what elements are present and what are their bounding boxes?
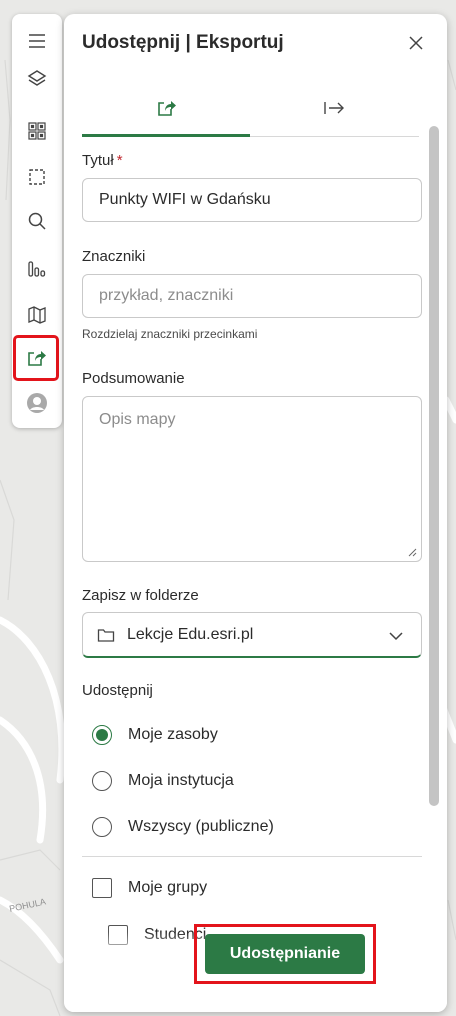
share-tool-button[interactable]: [13, 335, 59, 381]
radio-my-organization[interactable]: Moja instytucja: [92, 768, 234, 794]
radio-label: Moje zasoby: [128, 726, 218, 743]
panel-title: Udostępnij | Eksportuj: [82, 32, 284, 53]
share-export-panel: Udostępnij | Eksportuj Tytuł * Punkty WIF…: [64, 14, 447, 1012]
layers-button[interactable]: [22, 64, 52, 94]
menu-icon: [29, 34, 45, 48]
user-avatar-icon: [27, 393, 47, 413]
basemap-button[interactable]: [22, 300, 52, 330]
close-icon: [409, 36, 423, 50]
panel-tabs: [82, 80, 419, 137]
checkbox-label: Moje grupy: [128, 879, 208, 896]
left-toolbar: [12, 14, 62, 428]
share-submit-button[interactable]: Udostępnianie: [205, 934, 365, 974]
summary-placeholder: Opis mapy: [99, 411, 176, 428]
search-button[interactable]: [22, 206, 52, 236]
share-label: Udostępnij: [82, 682, 153, 699]
title-label-text: Tytuł: [82, 152, 114, 169]
radio-button[interactable]: [92, 817, 112, 837]
tab-export[interactable]: [251, 80, 419, 136]
folder-icon: [97, 628, 115, 642]
checkbox[interactable]: [92, 878, 112, 898]
selection-frame-icon: [29, 169, 45, 185]
selection-button[interactable]: [22, 162, 52, 192]
radio-label: Wszyscy (publiczne): [128, 818, 274, 835]
radio-button-checked[interactable]: [92, 725, 112, 745]
tags-input[interactable]: przykład, znaczniki: [82, 274, 422, 318]
checkbox-my-groups[interactable]: Moje grupy: [92, 875, 207, 901]
qr-grid-icon: [28, 122, 46, 140]
radio-label: Moja instytucja: [128, 772, 234, 789]
folder-select[interactable]: Lekcje Edu.esri.pl: [82, 612, 422, 658]
share-icon: [28, 351, 46, 366]
summary-textarea[interactable]: Opis mapy: [82, 396, 422, 562]
panel-header: Udostępnij | Eksportuj: [82, 32, 433, 58]
panel-scrollbar[interactable]: [429, 126, 439, 806]
tab-share[interactable]: [82, 80, 250, 137]
search-icon: [28, 212, 46, 230]
qr-grid-button[interactable]: [22, 116, 52, 146]
close-button[interactable]: [403, 30, 429, 56]
summary-label: Podsumowanie: [82, 370, 185, 387]
radio-everyone[interactable]: Wszyscy (publiczne): [92, 814, 274, 840]
required-marker: *: [116, 152, 123, 169]
menu-button[interactable]: [22, 26, 52, 56]
chevron-down-icon: [389, 632, 403, 641]
share-export-icon: [158, 101, 176, 116]
map-icon: [28, 306, 46, 324]
tags-input-placeholder: przykład, znaczniki: [99, 287, 234, 304]
layers-icon: [27, 70, 47, 86]
radio-my-content[interactable]: Moje zasoby: [92, 722, 218, 748]
app-root: POHULA Udostępnij | Eksportuj Tytuł * Pu…: [0, 0, 456, 1016]
user-button[interactable]: [22, 388, 52, 418]
title-input[interactable]: Punkty WIFI w Gdańsku: [82, 178, 422, 222]
tags-label: Znaczniki: [82, 248, 146, 265]
resize-grip-icon[interactable]: [407, 547, 417, 557]
chart-button[interactable]: [22, 254, 52, 284]
folder-select-value: Lekcje Edu.esri.pl: [127, 625, 254, 643]
radio-button[interactable]: [92, 771, 112, 791]
tags-hint: Rozdzielaj znaczniki przecinkami: [82, 327, 258, 341]
chart-icon: [28, 261, 46, 277]
title-label: Tytuł *: [82, 152, 123, 169]
divider: [82, 856, 422, 857]
export-arrow-icon: [324, 102, 344, 114]
folder-label: Zapisz w folderze: [82, 587, 199, 604]
title-input-value: Punkty WIFI w Gdańsku: [99, 191, 271, 208]
